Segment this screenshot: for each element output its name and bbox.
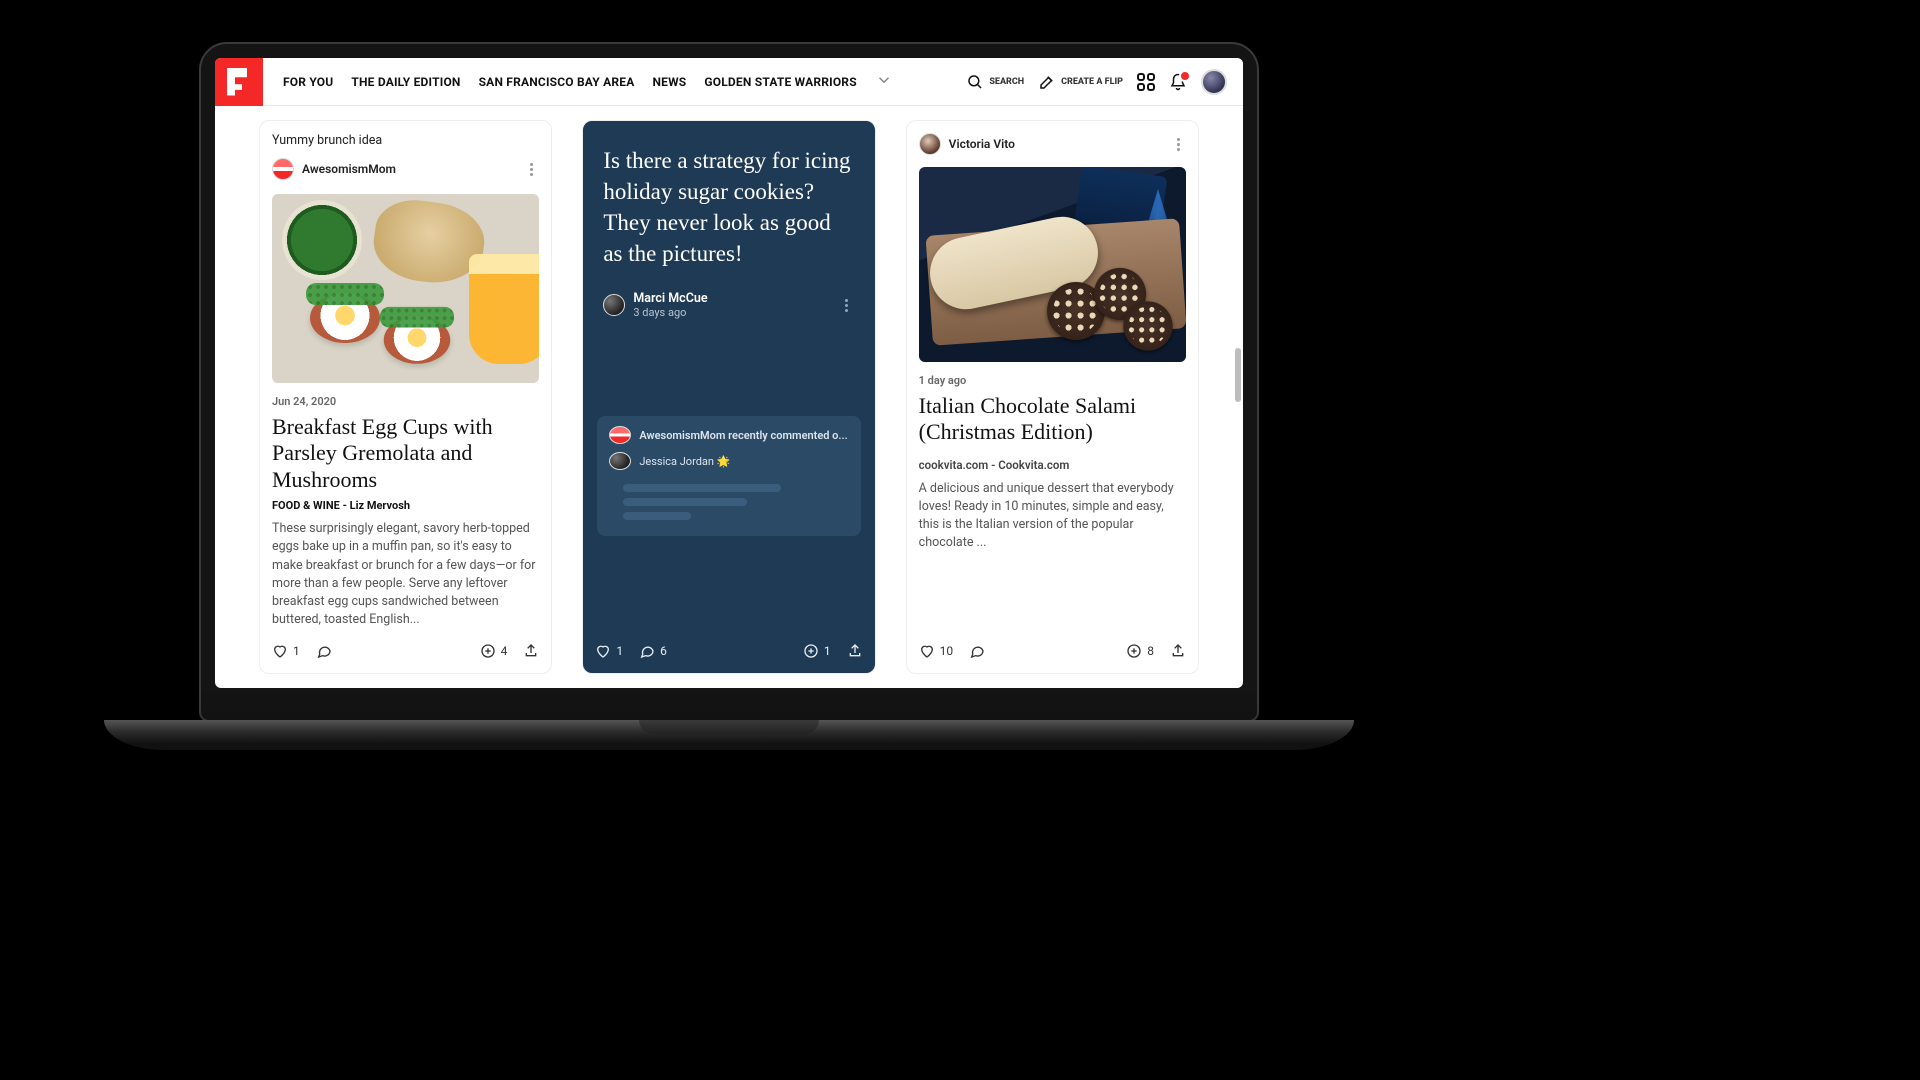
search-icon [966,73,984,91]
comment-preview[interactable]: AwesomismMom recently commented o... Jes… [597,416,860,536]
comment-lead: AwesomismMom recently commented o... [639,429,847,442]
notifications-button[interactable] [1169,73,1187,91]
like-button[interactable]: 10 [919,643,954,659]
author-avatar[interactable] [919,133,941,155]
flip-count: 1 [824,644,831,658]
notification-badge [1179,70,1191,82]
nav-news[interactable]: NEWS [652,75,686,89]
scrollbar-thumb[interactable] [1235,348,1241,402]
card-byline: FOOD & WINE - Liz Mervosh [272,499,539,512]
feed-card-article[interactable]: Victoria Vito 1 day ago Italian Chocolat… [906,120,1199,674]
card-menu-button[interactable] [1170,136,1186,152]
card-author-row: AwesomismMom [272,158,539,180]
question-text: Is there a strategy for icing holiday su… [583,121,874,275]
card-image[interactable] [272,194,539,383]
flip-button[interactable]: 8 [1126,643,1154,659]
card-source: cookvita.com - Cookvita.com [919,458,1186,472]
comment-skeleton [623,478,848,526]
author-avatar[interactable] [272,158,294,180]
flip-button[interactable]: 4 [480,643,508,659]
feed-card-question[interactable]: Is there a strategy for icing holiday su… [582,120,875,674]
comment-count: 6 [660,644,667,658]
author-name[interactable]: AwesomismMom [302,162,396,176]
nav-for-you[interactable]: FOR YOU [283,75,333,89]
profile-avatar[interactable] [1201,69,1227,95]
like-count: 1 [293,644,300,658]
card-title[interactable]: Breakfast Egg Cups with Parsley Gremolat… [272,414,539,493]
app-logo[interactable] [215,58,263,106]
flip-count: 8 [1147,644,1154,658]
card-footer: 10 8 [907,629,1198,673]
search-button[interactable]: SEARCH [966,73,1024,91]
card-excerpt: These surprisingly elegant, savory herb-… [272,520,539,629]
nav-daily-edition[interactable]: THE DAILY EDITION [351,75,460,89]
card-date: Jun 24, 2020 [272,395,539,408]
search-label: SEARCH [989,77,1024,87]
card-menu-button[interactable] [839,297,855,313]
card-caption: Yummy brunch idea [272,133,539,148]
comment-button[interactable]: 6 [639,643,667,659]
share-button[interactable] [523,643,539,659]
feed: Yummy brunch idea AwesomismMom Jun 24, 2… [215,106,1243,688]
author-name[interactable]: Victoria Vito [949,137,1015,151]
laptop-notch [639,720,819,734]
create-flip-label: CREATE A FLIP [1061,77,1123,87]
comment-user: Jessica Jordan 🌟 [639,455,730,468]
author-avatar[interactable] [603,294,625,316]
card-footer: 1 4 [260,629,551,673]
nav-gsw[interactable]: GOLDEN STATE WARRIORS [704,75,856,89]
card-footer: 1 6 1 [583,629,874,673]
nav: FOR YOU THE DAILY EDITION SAN FRANCISCO … [263,71,913,93]
topbar-right: SEARCH CREATE A FLIP [966,69,1243,95]
like-count: 10 [940,644,954,658]
card-image[interactable] [919,167,1186,362]
like-button[interactable]: 1 [595,643,623,659]
question-author-row: Marci McCue 3 days ago [583,283,874,327]
feed-card-recipe[interactable]: Yummy brunch idea AwesomismMom Jun 24, 2… [259,120,552,674]
like-button[interactable]: 1 [272,643,300,659]
post-time: 3 days ago [633,306,707,319]
like-count: 1 [616,644,623,658]
laptop-base [104,720,1354,750]
share-button[interactable] [1170,643,1186,659]
apps-grid-icon[interactable] [1137,73,1155,91]
app-screen: FOR YOU THE DAILY EDITION SAN FRANCISCO … [215,58,1243,688]
share-button[interactable] [847,643,863,659]
flip-button[interactable]: 1 [803,643,831,659]
commenter-avatar [609,452,631,470]
post-time: 1 day ago [919,374,1186,387]
compose-icon [1038,73,1056,91]
nav-more-chevron-icon[interactable] [875,71,893,93]
comment-button[interactable] [969,643,985,659]
card-title[interactable]: Italian Chocolate Salami (Christmas Edit… [919,393,1186,446]
card-menu-button[interactable] [523,161,539,177]
flip-count: 4 [501,644,508,658]
topbar: FOR YOU THE DAILY EDITION SAN FRANCISCO … [215,58,1243,106]
create-flip-button[interactable]: CREATE A FLIP [1038,73,1123,91]
card-author-row: Victoria Vito [907,121,1198,155]
card-excerpt: A delicious and unique dessert that ever… [919,480,1186,553]
laptop-frame: FOR YOU THE DAILY EDITION SAN FRANCISCO … [199,42,1259,722]
comment-button[interactable] [316,643,332,659]
author-name[interactable]: Marci McCue [633,291,707,306]
nav-sf-bay-area[interactable]: SAN FRANCISCO BAY AREA [479,75,635,89]
commenter-avatar [609,426,631,444]
